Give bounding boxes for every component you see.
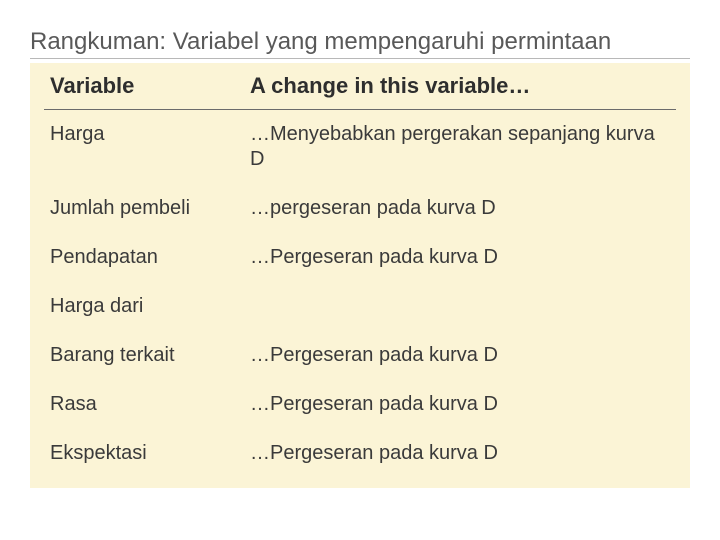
cell-change <box>244 282 676 331</box>
cell-change: …Pergeseran pada kurva D <box>244 380 676 429</box>
cell-variable: Jumlah pembeli <box>44 184 244 233</box>
cell-variable: Barang terkait <box>44 331 244 380</box>
summary-table: Variable A change in this variable… Harg… <box>44 65 676 478</box>
slide-title: Rangkuman: Variabel yang mempengaruhi pe… <box>30 28 690 59</box>
table-row: Pendapatan …Pergeseran pada kurva D <box>44 233 676 282</box>
cell-change: …pergeseran pada kurva D <box>244 184 676 233</box>
table-row: Barang terkait …Pergeseran pada kurva D <box>44 331 676 380</box>
table-header-row: Variable A change in this variable… <box>44 65 676 110</box>
header-change: A change in this variable… <box>244 65 676 110</box>
cell-variable: Harga dari <box>44 282 244 331</box>
table-row: Jumlah pembeli …pergeseran pada kurva D <box>44 184 676 233</box>
cell-variable: Harga <box>44 110 244 185</box>
cell-change: …Menyebabkan pergerakan sepanjang kurva … <box>244 110 676 185</box>
header-variable: Variable <box>44 65 244 110</box>
cell-change: …Pergeseran pada kurva D <box>244 233 676 282</box>
cell-variable: Rasa <box>44 380 244 429</box>
cell-variable: Pendapatan <box>44 233 244 282</box>
table-row: Ekspektasi …Pergeseran pada kurva D <box>44 429 676 478</box>
summary-panel: Variable A change in this variable… Harg… <box>30 63 690 488</box>
cell-change: …Pergeseran pada kurva D <box>244 331 676 380</box>
table-row: Harga …Menyebabkan pergerakan sepanjang … <box>44 110 676 185</box>
table-row: Rasa …Pergeseran pada kurva D <box>44 380 676 429</box>
cell-variable: Ekspektasi <box>44 429 244 478</box>
cell-change: …Pergeseran pada kurva D <box>244 429 676 478</box>
table-row: Harga dari <box>44 282 676 331</box>
